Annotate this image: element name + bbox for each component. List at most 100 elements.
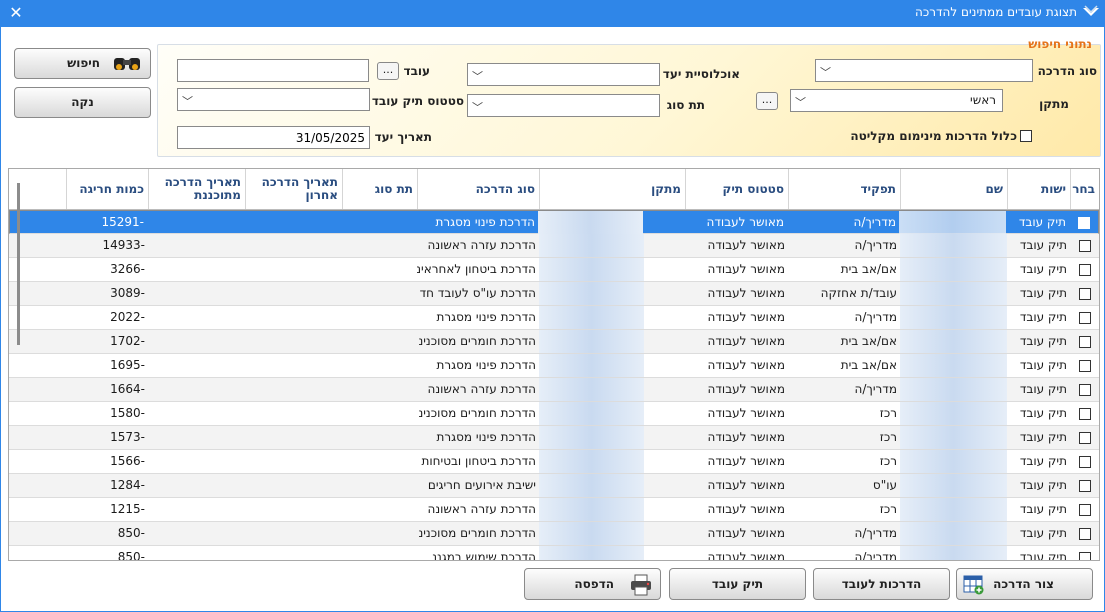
cell-name (900, 354, 1007, 377)
column-header-last-training-date[interactable]: תאריך הדרכה אחרון (245, 169, 342, 209)
checkbox[interactable] (1079, 288, 1091, 300)
checkbox[interactable] (1079, 312, 1091, 324)
cell-planned-training-date (148, 498, 245, 521)
cell-overdue-amount: -1284 (110, 478, 145, 492)
checkbox[interactable] (1079, 456, 1091, 468)
cell-facility (539, 402, 644, 425)
employee-file-status-select[interactable]: ﹀ (177, 88, 370, 111)
row-select-checkbox[interactable] (1070, 498, 1099, 521)
table-row[interactable]: תיק עובד רכז מאושר לעבודה הדרכת פינוי מסגרת… (9, 426, 1099, 450)
cell-facility (539, 450, 644, 473)
row-select-checkbox[interactable] (1070, 378, 1099, 401)
row-select-checkbox[interactable] (1070, 522, 1099, 545)
checkbox[interactable] (1079, 504, 1091, 516)
checkbox[interactable] (1079, 336, 1091, 348)
table-row[interactable]: תיק עובד עובד/ת אחזקה מאושר לעבודה הדרכת עו… (9, 282, 1099, 306)
table-row[interactable]: תיק עובד מדריך/ה מאושר לעבודה הדרכת עזרה רא… (9, 234, 1099, 258)
row-select-checkbox[interactable] (1070, 546, 1099, 560)
checkbox[interactable] (1079, 384, 1091, 396)
checkbox[interactable] (1079, 480, 1091, 492)
vertical-scrollbar[interactable] (17, 183, 20, 345)
cell-sub-type (342, 546, 417, 560)
row-select-checkbox[interactable] (1070, 330, 1099, 353)
table-row[interactable]: תיק עובד מדריך/ה מאושר לעבודה הדרכת חומרים … (9, 522, 1099, 546)
table-row[interactable]: תיק עובד רכז מאושר לעבודה הדרכת חומרים מסוכ… (9, 402, 1099, 426)
employee-file-button[interactable]: תיק עובד (669, 568, 806, 600)
column-header-file-status[interactable]: סטטוס תיק (685, 169, 788, 209)
binoculars-icon (111, 52, 145, 77)
checkbox[interactable] (1079, 552, 1091, 560)
employee-input[interactable] (177, 59, 369, 82)
clear-button[interactable]: נקה (14, 87, 151, 118)
target-population-select[interactable]: ﹀ (467, 63, 660, 86)
column-header-training-type[interactable]: סוג הדרכה (417, 169, 539, 209)
row-select-checkbox[interactable] (1069, 211, 1098, 234)
cell-overdue-amount: -1215 (110, 502, 145, 516)
table-row[interactable]: תיק עובד רכז מאושר לעבודה הדרכת ביטחון ובטי… (9, 450, 1099, 474)
row-select-checkbox[interactable] (1070, 426, 1099, 449)
row-select-checkbox[interactable] (1070, 474, 1099, 497)
employee-browse-button[interactable]: ... (377, 62, 399, 80)
table-row[interactable]: תיק עובד אם/אב בית מאושר לעבודה הדרכת ביטחו… (9, 258, 1099, 282)
table-row[interactable]: תיק עובד מדריך/ה מאושר לעבודה הדרכת עזרה רא… (9, 378, 1099, 402)
checkbox[interactable] (1078, 217, 1090, 229)
checkbox[interactable] (1079, 360, 1091, 372)
table-row[interactable]: תיק עובד אם/אב בית מאושר לעבודה הדרכת חומרי… (9, 330, 1099, 354)
column-header-name[interactable]: שם (900, 169, 1007, 209)
sub-type-select[interactable]: ﹀ (467, 94, 660, 117)
search-button[interactable]: חיפוש (14, 48, 151, 79)
column-header-planned-training-date[interactable]: תאריך הדרכה מתוכננת (148, 169, 245, 209)
training-type-select[interactable]: ﹀ (815, 59, 1033, 82)
row-select-checkbox[interactable] (1070, 450, 1099, 473)
cell-training-type: הדרכת חומרים מסוכנינ (418, 334, 536, 348)
table-row[interactable]: תיק עובד מדריך/ה מאושר לעבודה הדרכת פינוי מ… (9, 210, 1099, 234)
cell-planned-training-date (147, 211, 244, 234)
trainings-for-employee-button[interactable]: הדרכות לעובד (813, 568, 950, 600)
cell-entity: תיק עובד (1019, 430, 1067, 444)
row-select-checkbox[interactable] (1070, 402, 1099, 425)
cell-sub-type (342, 402, 417, 425)
column-header-sub-type[interactable]: תת סוג (342, 169, 417, 209)
cell-sub-type (342, 258, 417, 281)
cell-name (900, 426, 1007, 449)
checkbox[interactable] (1079, 408, 1091, 420)
cell-planned-training-date (148, 426, 245, 449)
column-header-facility[interactable]: מתקן (539, 169, 685, 209)
cell-overdue-amount: -1566 (110, 454, 145, 468)
column-header-overdue-amount[interactable]: כמות חריגה (66, 169, 148, 209)
checkbox[interactable] (1079, 264, 1091, 276)
chevron-down-icon: ﹀ (472, 70, 483, 83)
cell-facility (539, 474, 644, 497)
create-training-button[interactable]: צור הדרכה (956, 568, 1093, 600)
facility-select[interactable]: ﹀ ראשי (790, 89, 1003, 112)
column-header-select[interactable]: בחר (1070, 169, 1099, 209)
cell-file-status: מאושר לעבודה (707, 334, 785, 348)
checkbox[interactable] (1079, 528, 1091, 540)
row-select-checkbox[interactable] (1070, 282, 1099, 305)
row-select-checkbox[interactable] (1070, 306, 1099, 329)
table-row[interactable]: תיק עובד רכז מאושר לעבודה הדרכת עזרה ראשונה… (9, 498, 1099, 522)
cell-name (900, 522, 1007, 545)
row-select-checkbox[interactable] (1070, 234, 1099, 257)
target-date-input[interactable] (177, 126, 370, 149)
table-row[interactable]: תיק עובד מדריך/ה מאושר לעבודה הדרכת פינוי מ… (9, 306, 1099, 330)
facility-browse-button[interactable]: ... (756, 92, 778, 110)
cell-role: מדריך/ה (854, 526, 898, 540)
table-row[interactable]: תיק עובד אם/אב בית מאושר לעבודה הדרכת פינוי… (9, 354, 1099, 378)
table-row[interactable]: תיק עובד עו"ס מאושר לעבודה ישיבת אירועים חר… (9, 474, 1099, 498)
column-header-role[interactable]: תפקיד (788, 169, 900, 209)
print-button[interactable]: הדפסה (524, 568, 661, 600)
include-min-reception-checkbox[interactable] (1020, 130, 1032, 142)
table-row[interactable]: תיק עובד מדריך/ה מאושר לעבודה הדרכת שימוש ב… (9, 546, 1099, 560)
close-icon[interactable]: ✕ (6, 3, 26, 23)
cell-facility (538, 211, 643, 234)
cell-file-status: מאושר לעבודה (707, 526, 785, 540)
cell-planned-training-date (148, 402, 245, 425)
cell-sub-type (342, 330, 417, 353)
column-header-entity[interactable]: ישות (1007, 169, 1070, 209)
checkbox[interactable] (1079, 240, 1091, 252)
cell-planned-training-date (148, 474, 245, 497)
row-select-checkbox[interactable] (1070, 258, 1099, 281)
checkbox[interactable] (1079, 432, 1091, 444)
row-select-checkbox[interactable] (1070, 354, 1099, 377)
